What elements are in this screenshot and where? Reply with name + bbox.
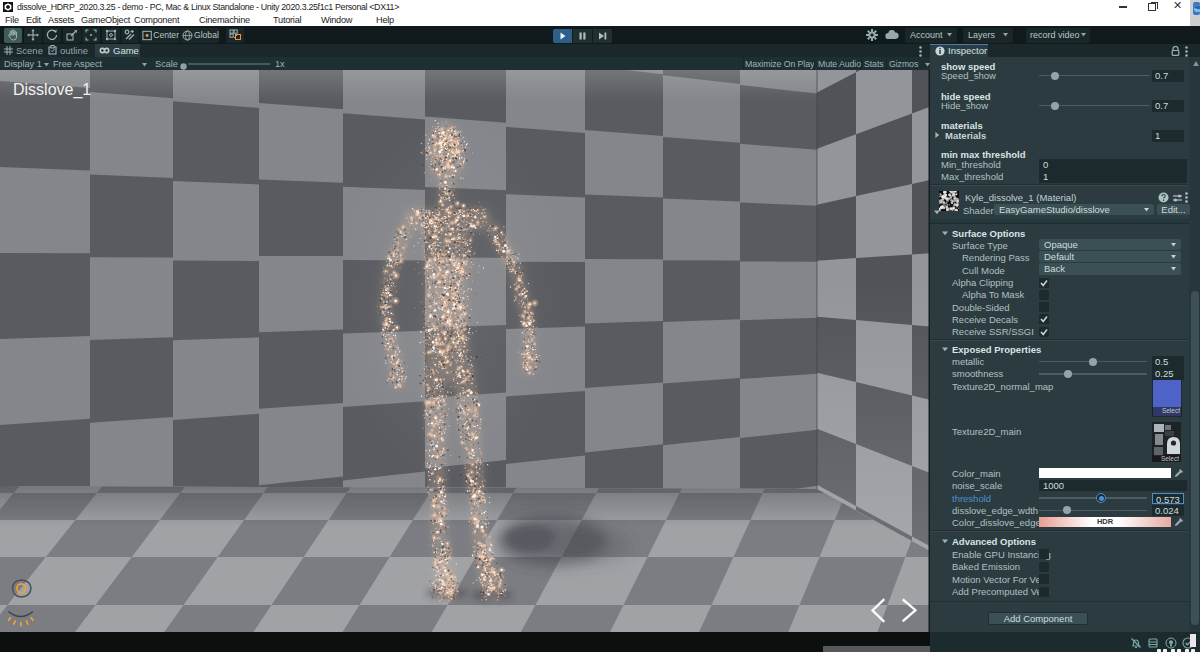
svg-text:Disslove_1: Disslove_1 — [13, 81, 91, 99]
svg-text:Select: Select — [1161, 455, 1179, 462]
